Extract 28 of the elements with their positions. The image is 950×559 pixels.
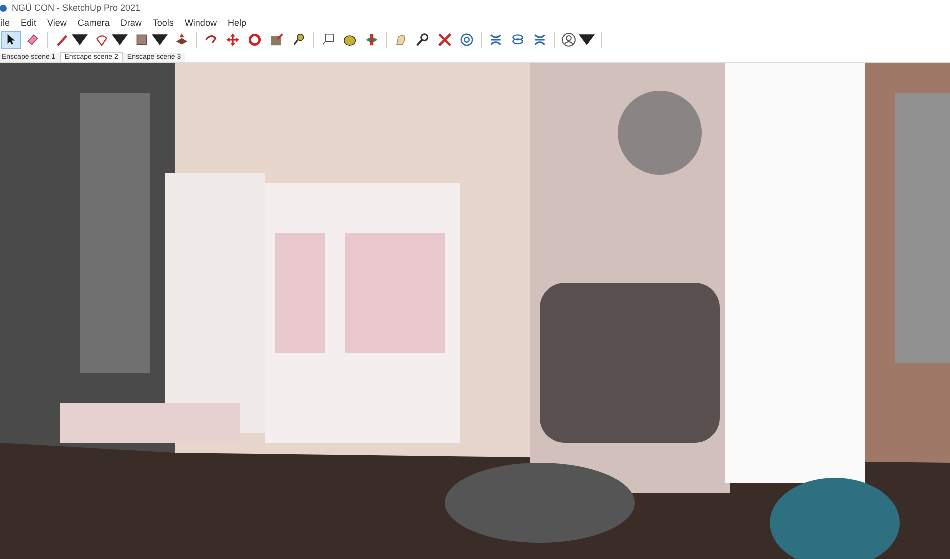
menu-item[interactable]: Edit <box>20 18 38 28</box>
menu-item[interactable]: ile <box>0 18 12 28</box>
menu-item[interactable]: Help <box>226 18 248 28</box>
caret-icon[interactable] <box>72 32 88 48</box>
caret-icon[interactable] <box>112 32 128 48</box>
rotate-icon <box>247 32 263 48</box>
user-icon <box>561 32 577 48</box>
app-icon <box>0 4 7 12</box>
window-title: NGỦ CON - SketchUp Pro 2021 <box>12 3 141 13</box>
eraser-icon <box>25 32 41 48</box>
caret-icon[interactable] <box>579 32 595 48</box>
select-tool-button[interactable] <box>1 31 21 49</box>
square-icon <box>134 32 150 48</box>
caret-icon[interactable] <box>152 32 168 48</box>
move-arrows-icon <box>225 32 241 48</box>
user-tool-button[interactable] <box>559 31 597 49</box>
scale-icon <box>269 32 285 48</box>
menu-item[interactable]: Window <box>184 18 218 28</box>
text-label-icon <box>320 32 336 48</box>
cross-icon <box>437 32 453 48</box>
target-icon <box>459 32 475 48</box>
menu-item[interactable]: Draw <box>120 18 143 28</box>
menu-item[interactable]: Tools <box>152 18 175 28</box>
menu-item[interactable]: View <box>46 18 68 28</box>
orbit-icon <box>364 32 380 48</box>
tape-measure-icon <box>291 32 307 48</box>
menu-item[interactable]: Camera <box>76 18 111 28</box>
search-icon <box>415 32 431 48</box>
